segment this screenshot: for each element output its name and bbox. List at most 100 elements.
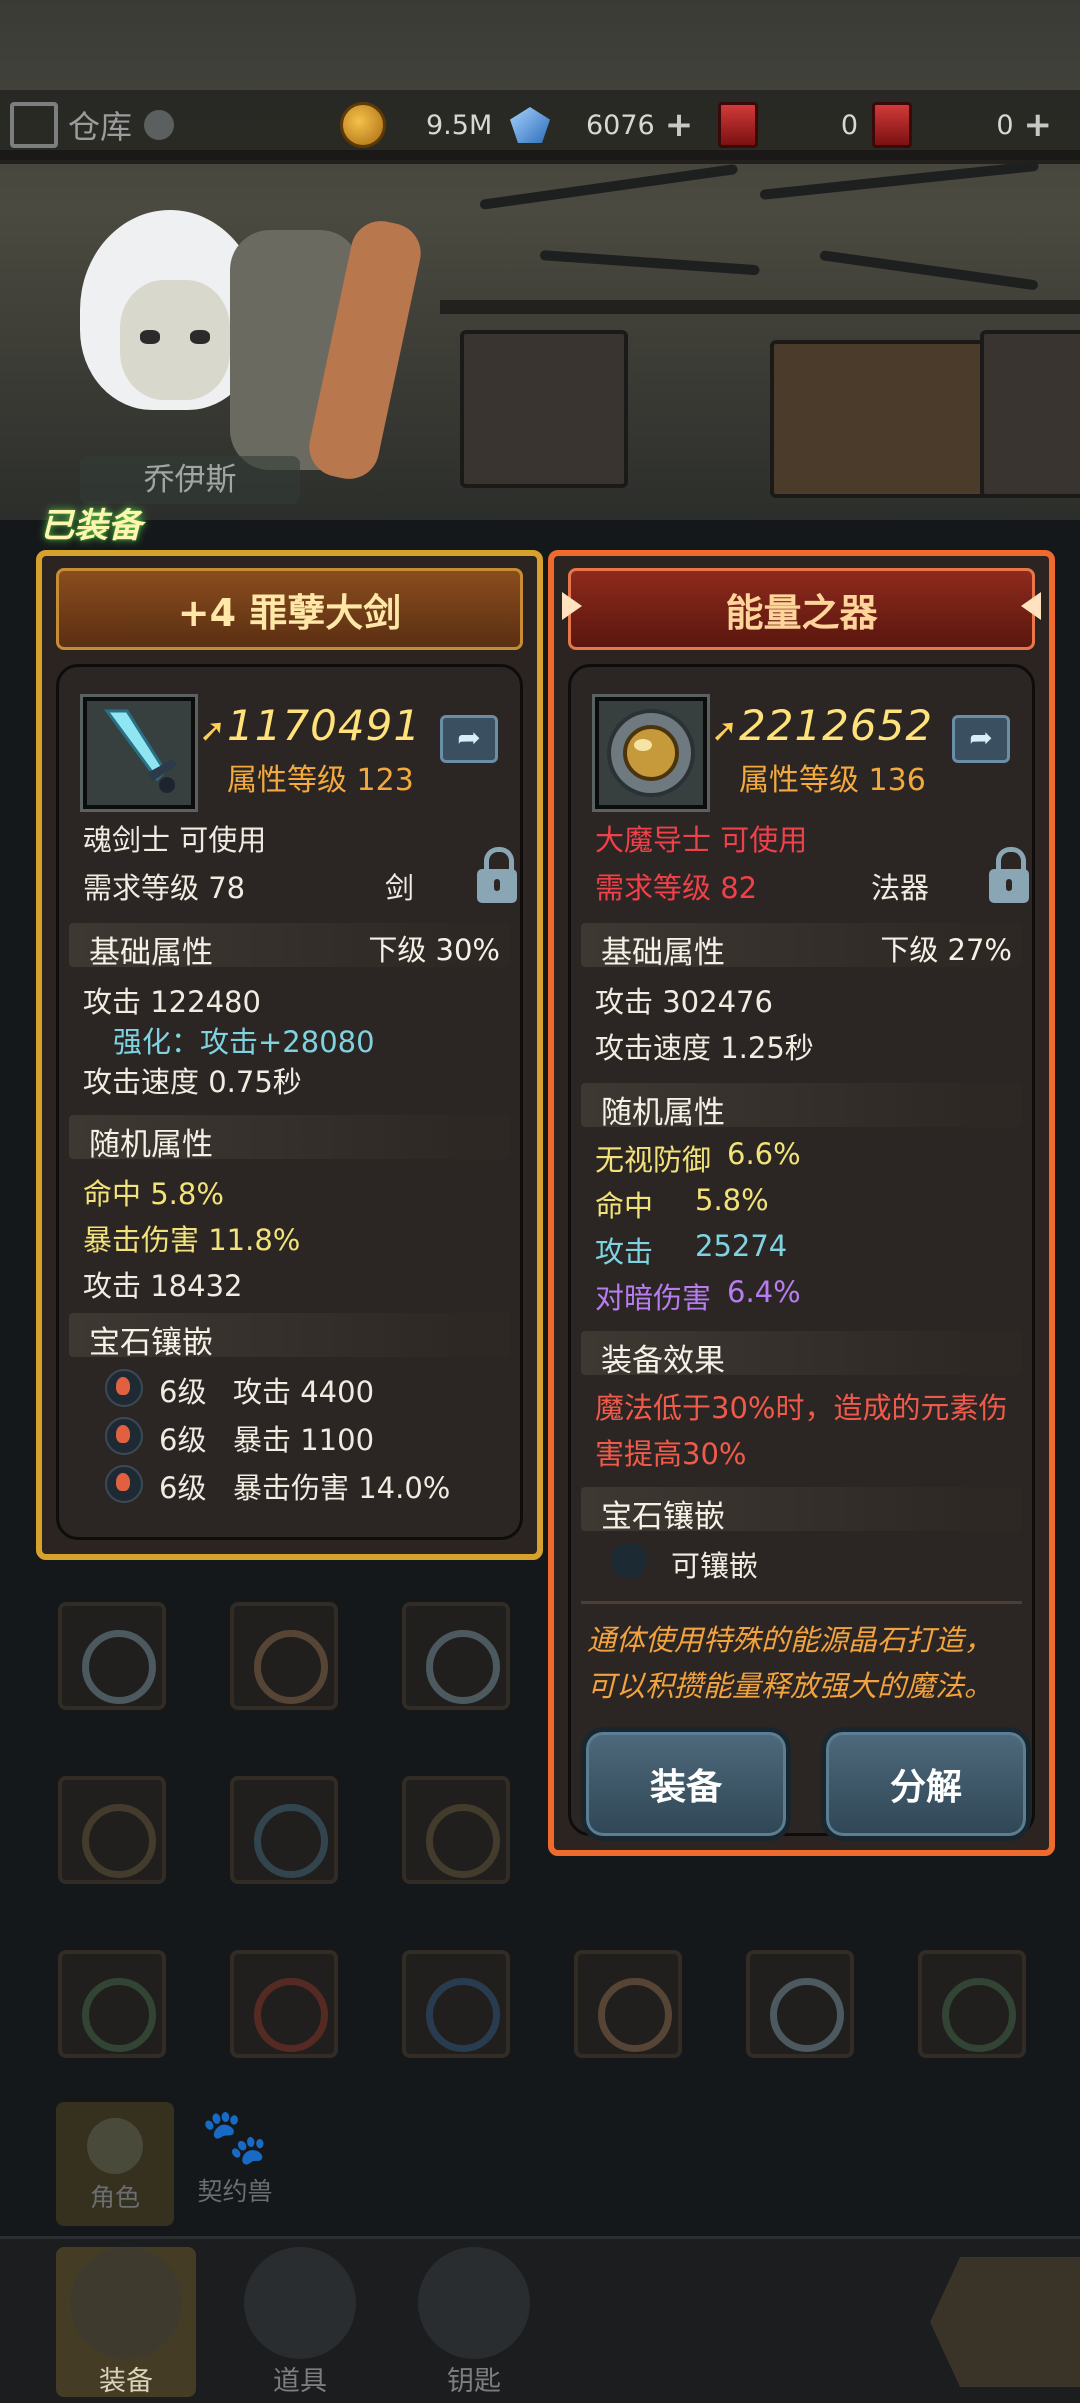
prev-arrow-icon[interactable]	[562, 592, 582, 620]
dismantle-button[interactable]: 分解	[821, 1727, 1031, 1841]
random-stat-value: 25274	[695, 1229, 788, 1263]
attack-stat: 攻击 122480	[83, 985, 261, 1019]
random-attributes-label: 随机属性	[601, 1095, 725, 1131]
attack-speed-stat: 攻击速度 0.75秒	[83, 1065, 302, 1099]
equip-button[interactable]: 装备	[581, 1727, 791, 1841]
gem-effect: 攻击 4400	[233, 1375, 375, 1409]
base-attributes-label: 基础属性	[601, 935, 725, 971]
key-icon	[418, 2247, 530, 2359]
power-icon: ➚	[711, 711, 738, 749]
ticket1-counter: 0	[718, 102, 858, 148]
random-stat: 命中 5.8%	[83, 1177, 224, 1211]
greatsword-icon	[80, 694, 198, 812]
red-scroll-icon	[872, 102, 912, 148]
share-icon[interactable]: ➦	[440, 715, 498, 763]
gem-effect: 暴击伤害 14.0%	[233, 1471, 451, 1505]
hero-portrait[interactable]	[30, 190, 427, 490]
gold-amount: 9.5M	[426, 109, 493, 141]
inventory-slot[interactable]	[746, 1950, 854, 2058]
base-grade: 下级 30%	[368, 933, 500, 967]
equipment-icon	[70, 2247, 182, 2359]
empty-socket-label: 可镶嵌	[671, 1549, 759, 1583]
warehouse-label: 仓库	[68, 108, 133, 146]
tab-character[interactable]: 角色	[56, 2102, 174, 2226]
red-ticket-icon	[718, 102, 758, 148]
random-stat: 攻击 18432	[83, 1269, 243, 1303]
inventory-slot[interactable]	[918, 1950, 1026, 2058]
resource-bar: 仓库 9.5M 6076 + 0 0 +	[0, 90, 1080, 160]
lock-icon[interactable]	[989, 847, 1029, 903]
chest-icon	[244, 2247, 356, 2359]
warehouse-tab[interactable]: 仓库	[10, 102, 175, 148]
info-icon[interactable]	[144, 110, 175, 140]
share-icon[interactable]: ➦	[952, 715, 1010, 763]
gold-counter: 9.5M	[340, 102, 493, 148]
random-stat-value: 6.6%	[727, 1137, 801, 1171]
base-attributes-header: 基础属性 下级 30%	[69, 923, 510, 971]
equip-effect-text: 魔法低于30%时，造成的元素伤	[595, 1391, 1008, 1425]
paw-icon: 🐾	[201, 2105, 269, 2168]
inventory-slot[interactable]	[230, 1602, 338, 1710]
level-requirement: 需求等级 78	[83, 871, 246, 905]
character-icon	[87, 2118, 143, 2174]
tab-pet[interactable]: 🐾 契约兽	[176, 2102, 294, 2226]
next-arrow-icon[interactable]	[1021, 592, 1041, 620]
random-stat-label: 命中	[595, 1189, 654, 1223]
random-attributes-label: 随机属性	[89, 1127, 213, 1163]
gem-icon	[510, 107, 550, 143]
class-requirement: 魂剑士 可使用	[83, 823, 267, 857]
attribute-level: 属性等级 123	[227, 763, 414, 798]
inventory-slot[interactable]	[402, 1950, 510, 2058]
gem-counter: 6076 +	[510, 104, 693, 146]
inventory-slot[interactable]	[402, 1602, 510, 1710]
inventory-slot[interactable]	[58, 1776, 166, 1884]
ticket1-amount: 0	[840, 109, 858, 141]
item-type: 法器	[871, 871, 930, 905]
gem-level: 6级	[159, 1375, 207, 1409]
inventory-slot[interactable]	[230, 1950, 338, 2058]
nav-key[interactable]: 钥匙	[404, 2247, 544, 2397]
power-icon: ➚	[199, 711, 226, 749]
gem-effect: 暴击 1100	[233, 1423, 375, 1457]
red-gem-icon	[105, 1417, 143, 1455]
inventory-slot[interactable]	[574, 1950, 682, 2058]
attack-stat: 攻击 302476	[595, 985, 773, 1019]
base-attributes-header: 基础属性 下级 27%	[581, 923, 1022, 971]
red-gem-icon	[105, 1465, 143, 1503]
inventory-slot[interactable]	[402, 1776, 510, 1884]
gem-socket-label: 宝石镶嵌	[89, 1325, 213, 1361]
lock-icon[interactable]	[477, 847, 517, 903]
nav-items[interactable]: 道具	[230, 2247, 370, 2397]
enhance-bonus: 强化：攻击+28080	[113, 1025, 375, 1059]
new-item-title: 能量之器	[568, 568, 1035, 650]
nav-equip-label: 装备	[99, 2366, 153, 2397]
bottom-nav: 装备 道具 钥匙	[0, 2236, 1080, 2403]
flavor-text: 可以积攒能量释放强大的魔法。	[587, 1669, 994, 1703]
class-requirement: 大魔导士 可使用	[595, 823, 808, 857]
equip-effect-label: 装备效果	[601, 1343, 725, 1379]
base-grade: 下级 27%	[880, 933, 1012, 967]
nav-equip[interactable]: 装备	[56, 2247, 196, 2397]
inventory-slot[interactable]	[230, 1776, 338, 1884]
nav-items-label: 道具	[273, 2366, 327, 2397]
add-gems-button[interactable]: +	[665, 105, 694, 145]
equipped-badge: 已装备	[40, 506, 142, 546]
gem-level: 6级	[159, 1423, 207, 1457]
ticket2-amount: 0	[996, 109, 1014, 141]
level-requirement: 需求等级 82	[595, 871, 758, 905]
gold-coin-icon	[340, 102, 386, 148]
return-arrow-icon[interactable]	[930, 2257, 1080, 2387]
gem-socket-header: 宝石镶嵌	[581, 1487, 1022, 1535]
inventory-slot[interactable]	[58, 1602, 166, 1710]
inventory-slot[interactable]	[58, 1950, 166, 2058]
gem-socket-label: 宝石镶嵌	[601, 1499, 725, 1535]
random-stat-label: 无视防御	[595, 1143, 712, 1177]
equipped-item-details: ➚ 1170491 属性等级 123 ➦ 魂剑士 可使用 需求等级 78 剑 基…	[56, 664, 523, 1540]
new-item-card: 能量之器 ➚ 2212652 属性等级 136 ➦ 大魔导士 可使用 需求等级 …	[548, 550, 1055, 1856]
random-stat-value: 6.4%	[727, 1275, 801, 1309]
new-item-details: ➚ 2212652 属性等级 136 ➦ 大魔导士 可使用 需求等级 82 法器…	[568, 664, 1035, 1841]
add-tickets-button[interactable]: +	[1024, 105, 1053, 145]
hero-name: 乔伊斯	[80, 456, 300, 504]
item-type: 剑	[385, 871, 415, 905]
warehouse-icon	[10, 102, 58, 148]
